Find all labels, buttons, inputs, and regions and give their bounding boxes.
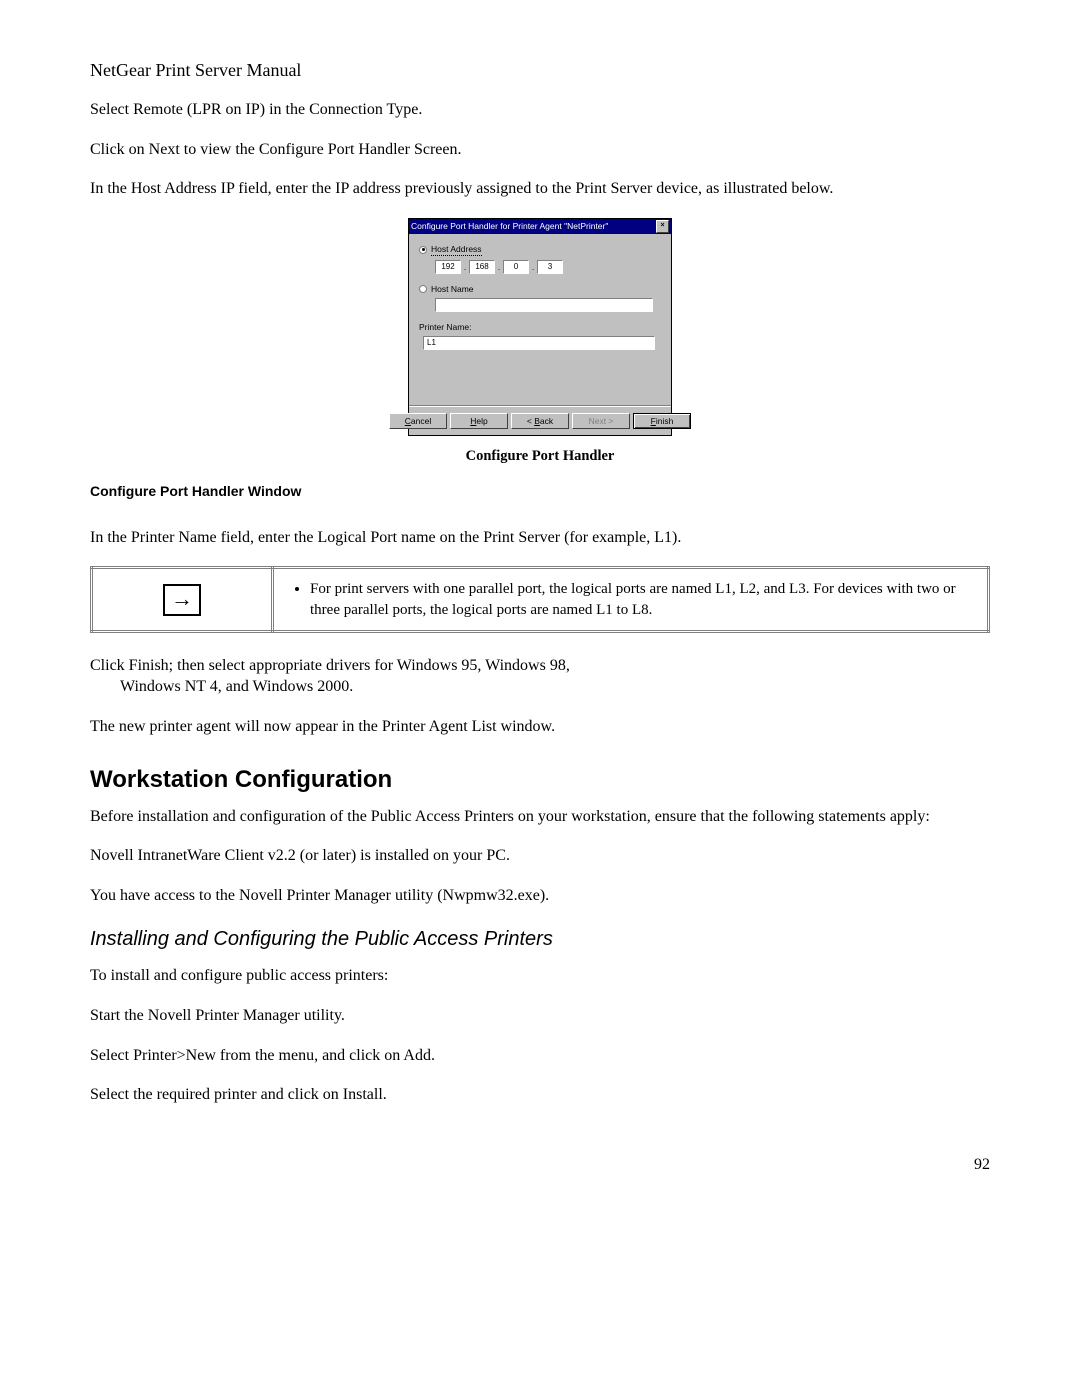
ip-address-input[interactable]: 192. 168. 0. 3 [435,260,661,274]
printer-name-input[interactable]: L1 [423,336,655,350]
body-text: Start the Novell Printer Manager utility… [90,1005,990,1027]
page-header: NetGear Print Server Manual [90,60,990,81]
next-button: Next > [572,413,630,429]
note-icon-cell: → [92,568,273,632]
page-number: 92 [90,1156,990,1174]
body-text: The new printer agent will now appear in… [90,716,990,738]
body-text: Before installation and configuration of… [90,806,990,828]
body-text: In the Host Address IP field, enter the … [90,178,990,200]
note-box: → For print servers with one parallel po… [90,566,990,633]
host-address-label: Host Address [431,244,482,256]
body-text: Click Finish; then select appropriate dr… [90,655,990,677]
note-text-cell: For print servers with one parallel port… [273,568,989,632]
heading-installing: Installing and Configuring the Public Ac… [90,928,990,951]
body-text: You have access to the Novell Printer Ma… [90,885,990,907]
help-button[interactable]: Help [450,413,508,429]
body-text: Select Printer>New from the menu, and cl… [90,1045,990,1067]
body-text: In the Printer Name field, enter the Log… [90,527,990,549]
radio-icon [419,246,427,254]
close-icon[interactable]: × [656,220,669,233]
subheading: Configure Port Handler Window [90,483,990,499]
configure-port-handler-dialog: Configure Port Handler for Printer Agent… [408,218,672,436]
figure-caption: Configure Port Handler [90,448,990,465]
ip-octet[interactable]: 3 [537,260,563,274]
ip-octet[interactable]: 0 [503,260,529,274]
cancel-button[interactable]: CCancelancel [389,413,447,429]
host-name-radio[interactable]: Host Name [419,284,661,294]
host-address-radio[interactable]: Host Address [419,244,661,256]
heading-workstation-config: Workstation Configuration [90,766,990,794]
dialog-button-row: CCancelancel Help < Back Next > Finish [409,406,671,435]
arrow-right-icon: → [163,584,201,616]
back-button[interactable]: < Back [511,413,569,429]
body-text: Windows NT 4, and Windows 2000. [120,676,990,698]
host-name-label: Host Name [431,284,474,294]
dialog-titlebar: Configure Port Handler for Printer Agent… [409,219,671,234]
printer-name-label: Printer Name: [419,322,661,332]
dialog-title: Configure Port Handler for Printer Agent… [411,221,608,231]
dialog-figure: Configure Port Handler for Printer Agent… [90,218,990,436]
body-text: Select Remote (LPR on IP) in the Connect… [90,99,990,121]
note-text: For print servers with one parallel port… [310,579,973,620]
ip-octet[interactable]: 192 [435,260,461,274]
body-text: Select the required printer and click on… [90,1084,990,1106]
body-text: Click on Next to view the Configure Port… [90,139,990,161]
host-name-input[interactable] [435,298,653,312]
finish-button[interactable]: Finish [633,413,691,429]
body-text: Novell IntranetWare Client v2.2 (or late… [90,845,990,867]
radio-icon [419,285,427,293]
body-text: To install and configure public access p… [90,965,990,987]
ip-octet[interactable]: 168 [469,260,495,274]
